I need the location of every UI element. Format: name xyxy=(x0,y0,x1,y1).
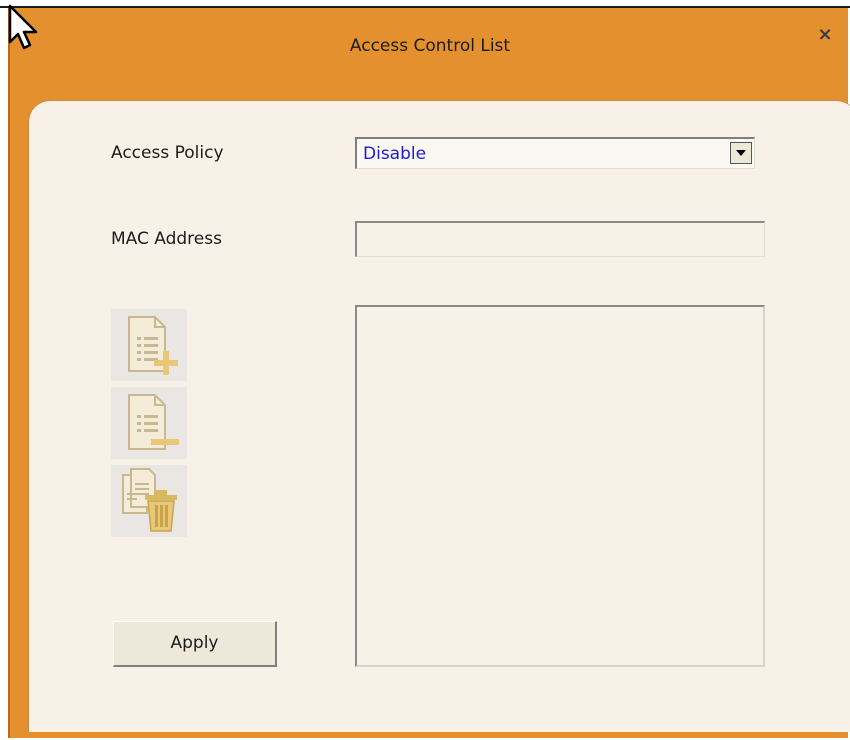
dialog-title: Access Control List xyxy=(349,36,511,56)
mac-address-list[interactable] xyxy=(355,305,765,667)
mac-address-label: MAC Address xyxy=(111,229,222,249)
add-entry-icon xyxy=(128,316,178,375)
access-policy-select[interactable]: Disable xyxy=(355,137,755,169)
dialog-panel: Access Policy Disable MAC Address Apply xyxy=(28,100,850,732)
remove-entry-icon xyxy=(128,394,179,450)
screen-top-edge xyxy=(0,0,850,8)
access-policy-label: Access Policy xyxy=(111,143,224,163)
delete-all-icon xyxy=(122,468,177,532)
delete-all-button[interactable] xyxy=(111,465,187,537)
remove-entry-button[interactable] xyxy=(111,387,187,459)
access-control-dialog: Access Control List × Access Policy Disa… xyxy=(8,8,850,738)
chevron-down-icon[interactable] xyxy=(730,142,752,164)
access-policy-value: Disable xyxy=(363,144,427,164)
close-button[interactable]: × xyxy=(814,24,836,46)
screen: Access Control List × Access Policy Disa… xyxy=(0,0,850,740)
mouse-cursor-icon xyxy=(8,4,38,50)
mac-address-input[interactable] xyxy=(355,221,765,257)
apply-button[interactable]: Apply xyxy=(113,621,277,667)
add-entry-button[interactable] xyxy=(111,309,187,381)
